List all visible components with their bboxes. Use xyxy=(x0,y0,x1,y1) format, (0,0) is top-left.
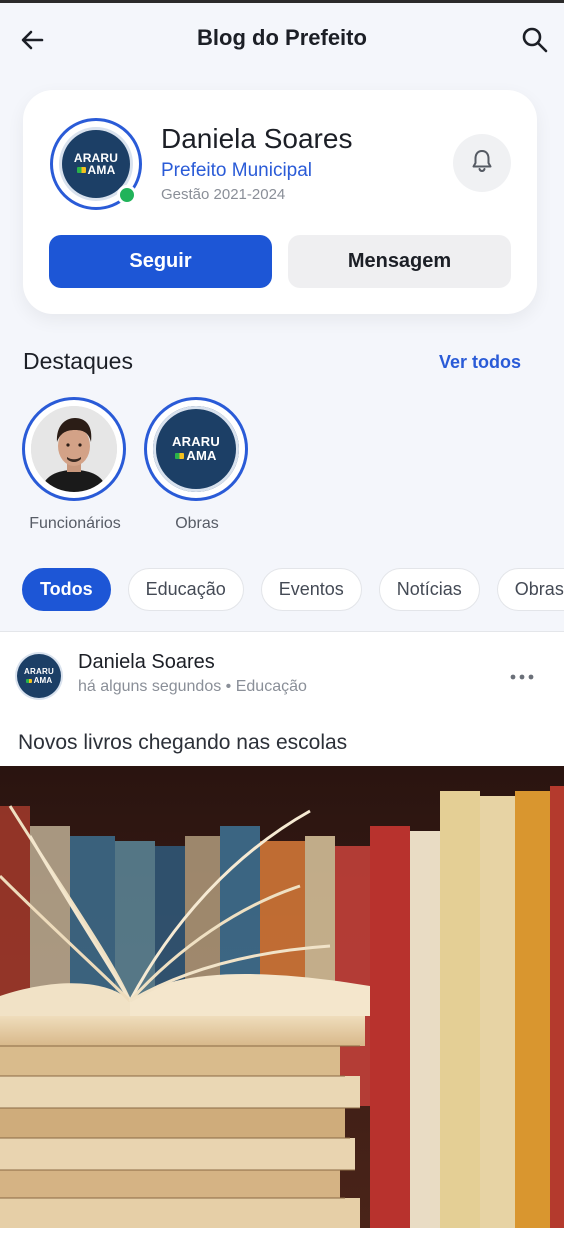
post-image-books[interactable] xyxy=(0,766,564,1228)
highlight-label: Obras xyxy=(175,515,219,532)
flag-icon xyxy=(25,678,32,683)
logo-text-line2: AMA xyxy=(87,163,116,177)
chip-todos[interactable]: Todos xyxy=(22,568,111,611)
chip-obras[interactable]: Obras xyxy=(496,568,564,611)
highlight-obras[interactable]: ARARU AMA Obras xyxy=(144,397,250,533)
message-button[interactable]: Mensagem xyxy=(288,235,511,288)
logo-text-line1: ARARU xyxy=(172,434,220,449)
araruama-logo: ARARU AMA xyxy=(153,406,239,492)
flag-icon xyxy=(76,167,86,173)
filter-chips: Todos Educação Eventos Notícias Obras xyxy=(22,568,564,611)
page-title: Blog do Prefeito xyxy=(197,25,367,50)
logo-text-line2: AMA xyxy=(33,676,53,685)
chip-eventos[interactable]: Eventos xyxy=(260,568,362,611)
search-icon[interactable] xyxy=(520,25,550,55)
chip-educacao[interactable]: Educação xyxy=(127,568,244,611)
logo-text-line2-wrap: AMA xyxy=(175,449,216,463)
profile-role: Prefeito Municipal xyxy=(161,160,313,181)
notifications-button[interactable] xyxy=(453,134,511,192)
arrow-left-icon[interactable] xyxy=(18,25,48,55)
logo-text-line2: AMA xyxy=(186,448,217,463)
profile-card: ARARU AMA Daniela Soares Prefeito Munici… xyxy=(23,90,537,314)
highlight-ring: ARARU AMA xyxy=(144,397,248,501)
chip-noticias[interactable]: Notícias xyxy=(378,568,480,611)
post-author-avatar[interactable]: ARARU AMA xyxy=(17,654,61,698)
flag-icon xyxy=(175,453,185,459)
online-status-dot xyxy=(117,185,137,205)
post-meta: há alguns segundos • Educação xyxy=(78,678,307,695)
profile-term: Gestão 2021-2024 xyxy=(161,186,286,203)
person-photo xyxy=(31,406,117,492)
follow-button[interactable]: Seguir xyxy=(49,235,272,288)
app-header: Blog do Prefeito xyxy=(0,3,564,73)
post-author-name[interactable]: Daniela Soares xyxy=(78,651,215,674)
post-text: Novos livros chegando nas escolas xyxy=(18,731,348,754)
profile-name: Daniela Soares xyxy=(161,123,353,154)
highlight-funcionarios[interactable]: Funcionários xyxy=(22,397,128,533)
bell-icon xyxy=(469,148,495,179)
see-all-link[interactable]: Ver todos xyxy=(439,352,521,373)
more-horizontal-icon[interactable] xyxy=(510,662,534,688)
logo-text-line2-wrap: AMA xyxy=(76,163,116,177)
post-card: ARARU AMA Daniela Soares há alguns segun… xyxy=(0,631,564,1233)
highlight-label: Funcionários xyxy=(29,515,121,532)
logo-text-line1: ARARU xyxy=(24,667,54,676)
highlight-ring xyxy=(22,397,126,501)
logo-text-line2-wrap: AMA xyxy=(25,676,53,685)
highlights-title: Destaques xyxy=(23,348,133,374)
